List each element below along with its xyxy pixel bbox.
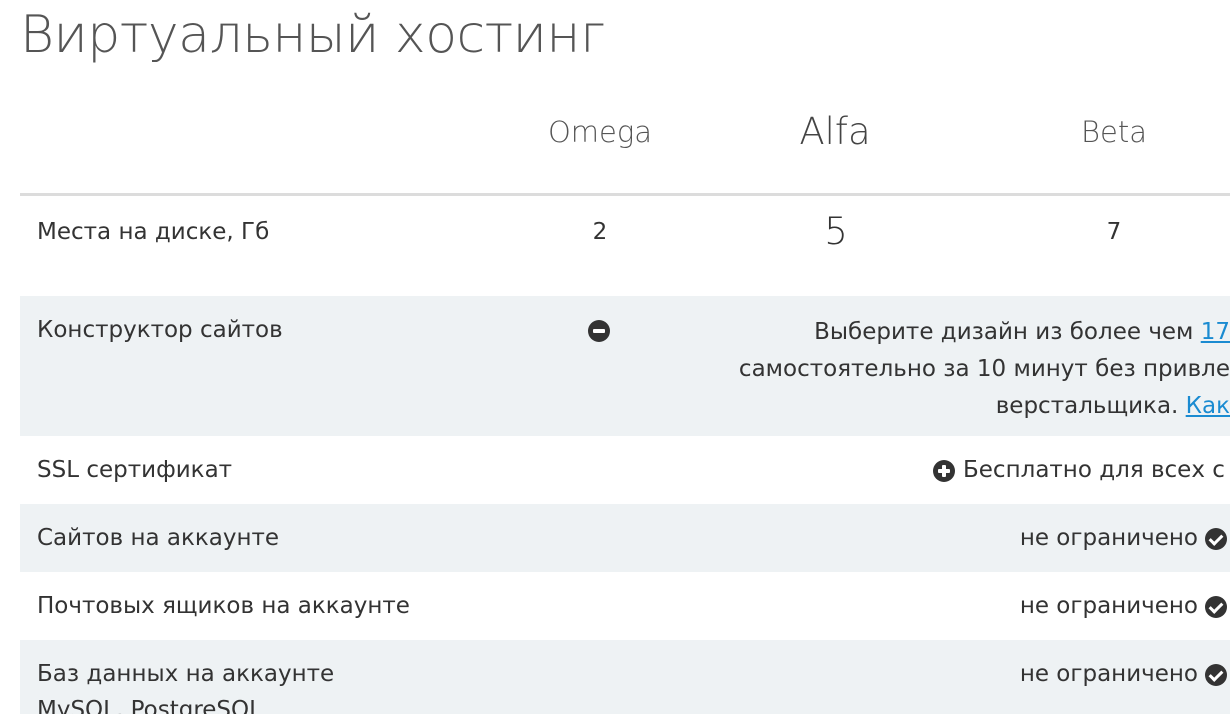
row-label-mailboxes: Почтовых ящиков на аккаунте <box>37 593 410 619</box>
site-builder-description: Выберите дизайн из более чем 17 самостоя… <box>580 314 1230 425</box>
mailboxes-value: не ограничено <box>1019 593 1198 619</box>
builder-text-line2: самостоятельно за 10 минут без привле <box>738 356 1230 382</box>
row-disk: Места на диске, Гб 2 5 7 <box>20 196 1230 296</box>
check-circle-icon <box>1205 664 1227 686</box>
how-link[interactable]: Как <box>1186 393 1230 419</box>
check-circle-icon <box>1205 596 1227 618</box>
row-label-databases: Баз данных на аккаунте <box>37 661 335 687</box>
row-sites: Сайтов на аккаунте не ограничено <box>20 504 1230 572</box>
row-label-site-builder: Конструктор сайтов <box>37 317 283 343</box>
plan-header-alfa: Alfa <box>799 110 871 153</box>
builder-text-line1: Выберите дизайн из более чем <box>814 319 1201 345</box>
check-circle-icon <box>1205 528 1227 550</box>
plus-circle-icon <box>933 460 955 482</box>
builder-text-line3: верстальщика. <box>995 393 1186 419</box>
disk-value-beta: 7 <box>1106 219 1122 245</box>
row-label-sites: Сайтов на аккаунте <box>37 525 280 551</box>
row-sublabel-databases: MySQL, PostgreSQL <box>37 697 262 714</box>
designs-count-link[interactable]: 17 <box>1201 319 1230 345</box>
row-ssl: SSL сертификат Бесплатно для всех с <box>20 436 1230 504</box>
page-title: Виртуальный хостинг <box>20 5 605 65</box>
row-label-ssl: SSL сертификат <box>37 457 233 483</box>
row-mailboxes: Почтовых ящиков на аккаунте не ограничен… <box>20 572 1230 640</box>
row-databases: Баз данных на аккаунте MySQL, PostgreSQL… <box>20 640 1230 714</box>
row-label-disk: Места на диске, Гб <box>37 219 270 245</box>
row-site-builder: Конструктор сайтов Выберите дизайн из бо… <box>20 296 1230 436</box>
databases-value: не ограничено <box>1019 661 1198 687</box>
sites-value: не ограничено <box>1019 525 1198 551</box>
plan-header-beta: Beta <box>1081 115 1147 149</box>
ssl-value: Бесплатно для всех с <box>963 457 1225 483</box>
disk-value-alfa: 5 <box>824 210 848 253</box>
disk-value-omega: 2 <box>592 219 608 245</box>
plan-header-omega: Omega <box>547 115 653 149</box>
